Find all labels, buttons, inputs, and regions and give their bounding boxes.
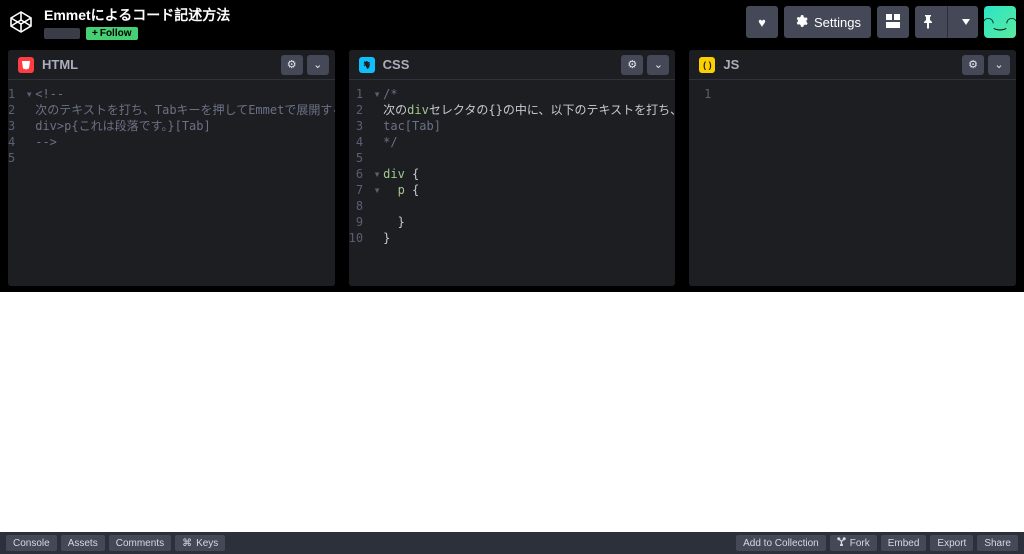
plus-icon: + [92, 28, 98, 39]
js-chevron-button[interactable]: ⌄ [988, 55, 1010, 75]
gear-icon: ⚙ [287, 58, 297, 71]
css-editor-header: ✱ CSS ⚙ ⌄ [349, 50, 676, 80]
html-editor-header: HTML ⚙ ⌄ [8, 50, 335, 80]
header-left: Emmetによるコード記述方法 + Follow [8, 5, 230, 40]
js-code-area[interactable]: 1 [689, 80, 1016, 286]
meta-row: + Follow [44, 27, 230, 40]
chevron-down-icon: ⌄ [994, 58, 1003, 71]
js-gutter: 1 [689, 80, 717, 286]
css-badge-icon: ✱ [359, 57, 375, 73]
gear-icon: ⚙ [968, 58, 978, 71]
gear-icon [794, 14, 808, 31]
header: Emmetによるコード記述方法 + Follow ♥ Settings [0, 0, 1024, 44]
fork-label: Fork [850, 538, 870, 549]
css-gutter: 12345678910 [349, 80, 369, 286]
js-editor: ( ) JS ⚙ ⌄ 1 [689, 50, 1016, 286]
css-code[interactable]: ▾/*次のdivセレクタの{}の中に、以下のテキストを打ち、Tabキーを押してE… [369, 80, 675, 286]
chevron-down-icon [954, 6, 978, 38]
html-editor: HTML ⚙ ⌄ 12345 ▾<!--次のテキストを打ち、Tabキーを押してE… [8, 50, 335, 286]
js-code[interactable] [717, 80, 739, 286]
html-gear-button[interactable]: ⚙ [281, 55, 303, 75]
layout-button[interactable] [877, 6, 909, 38]
html-code-area[interactable]: 12345 ▾<!--次のテキストを打ち、Tabキーを押してEmmetで展開する… [8, 80, 335, 286]
grid-icon [886, 14, 900, 31]
fork-icon [837, 537, 846, 549]
author-obscured [44, 28, 80, 39]
pen-title: Emmetによるコード記述方法 [44, 5, 230, 25]
settings-button[interactable]: Settings [784, 6, 871, 38]
export-button[interactable]: Export [930, 535, 973, 551]
js-badge-icon: ( ) [699, 57, 715, 73]
share-button[interactable]: Share [977, 535, 1018, 551]
css-label: CSS [383, 57, 410, 72]
footer: Console Assets Comments ⌘ Keys Add to Co… [0, 532, 1024, 554]
add-to-collection-button[interactable]: Add to Collection [736, 535, 826, 551]
css-editor: ✱ CSS ⚙ ⌄ 12345678910 ▾/*次のdivセレクタの{}の中に… [349, 50, 676, 286]
follow-button[interactable]: + Follow [86, 27, 138, 40]
keys-label: Keys [196, 538, 218, 549]
preview-pane [0, 292, 1024, 532]
js-editor-header: ( ) JS ⚙ ⌄ [689, 50, 1016, 80]
js-label: JS [723, 57, 739, 72]
html-gutter: 12345 [8, 80, 21, 286]
follow-label: Follow [100, 28, 132, 39]
gear-icon: ⚙ [627, 58, 637, 71]
js-gear-button[interactable]: ⚙ [962, 55, 984, 75]
embed-button[interactable]: Embed [881, 535, 927, 551]
pin-icon [915, 6, 941, 38]
html-label: HTML [42, 57, 78, 72]
comments-button[interactable]: Comments [109, 535, 171, 551]
fork-button[interactable]: Fork [830, 535, 877, 551]
html-code[interactable]: ▾<!--次のテキストを打ち、Tabキーを押してEmmetで展開する。div>p… [21, 80, 334, 286]
css-code-area[interactable]: 12345678910 ▾/*次のdivセレクタの{}の中に、以下のテキストを打… [349, 80, 676, 286]
editors-row: HTML ⚙ ⌄ 12345 ▾<!--次のテキストを打ち、Tabキーを押してE… [0, 44, 1024, 292]
pin-button[interactable] [915, 6, 978, 38]
console-button[interactable]: Console [6, 535, 57, 551]
css-chevron-button[interactable]: ⌄ [647, 55, 669, 75]
settings-label: Settings [814, 15, 861, 30]
codepen-logo-icon[interactable] [8, 9, 34, 35]
avatar[interactable]: ◠‿◠ [984, 6, 1016, 38]
header-right: ♥ Settings ◠‿◠ [746, 6, 1016, 38]
keys-button[interactable]: ⌘ Keys [175, 535, 225, 551]
love-button[interactable]: ♥ [746, 6, 778, 38]
html-chevron-button[interactable]: ⌄ [307, 55, 329, 75]
heart-icon: ♥ [758, 15, 766, 30]
chevron-down-icon: ⌄ [313, 58, 322, 71]
command-icon: ⌘ [182, 538, 192, 549]
chevron-down-icon: ⌄ [654, 58, 663, 71]
title-block: Emmetによるコード記述方法 + Follow [44, 5, 230, 40]
css-gear-button[interactable]: ⚙ [621, 55, 643, 75]
assets-button[interactable]: Assets [61, 535, 105, 551]
html-badge-icon [18, 57, 34, 73]
avatar-face-icon: ◠‿◠ [982, 14, 1018, 31]
